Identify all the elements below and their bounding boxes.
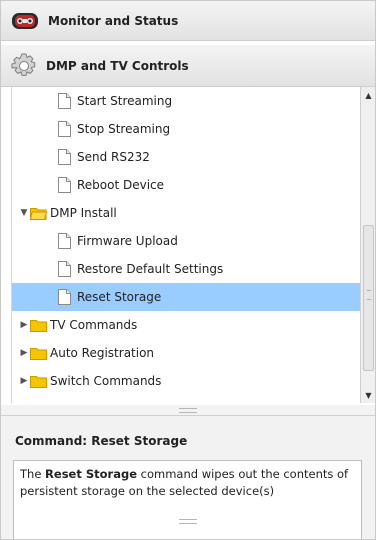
tree-item-label: Auto Registration (50, 346, 155, 360)
monitor-icon (10, 10, 40, 32)
folder-icon (30, 375, 47, 388)
scroll-up-icon[interactable]: ▲ (361, 87, 375, 103)
app-frame: Monitor and Status DMP and TV Controls S… (0, 0, 376, 540)
description-resize-handle[interactable] (13, 516, 362, 526)
desc-prefix: The (20, 467, 46, 481)
tree-item-stop-streaming[interactable]: Stop Streaming (12, 115, 361, 143)
tree-item-label: Stop Streaming (77, 122, 171, 136)
tree-item-reboot-device[interactable]: Reboot Device (12, 171, 361, 199)
document-icon (58, 261, 71, 277)
tree-item-start-streaming[interactable]: Start Streaming (12, 87, 361, 115)
folder-open-icon (30, 207, 47, 220)
document-icon (58, 121, 71, 137)
command-title: Command: Reset Storage (15, 434, 188, 448)
tree-item-label: Restore Default Settings (77, 262, 224, 276)
collapse-triangle-icon[interactable]: ▶ (18, 376, 30, 386)
tree-item-restore-default-settings[interactable]: Restore Default Settings (12, 255, 361, 283)
command-description: The Reset Storage command wipes out the … (13, 460, 362, 539)
grip-icon (367, 290, 371, 300)
document-icon (58, 177, 71, 193)
tree-folder-auto-registration[interactable]: ▶ Auto Registration (12, 339, 361, 367)
tree-item-send-rs232[interactable]: Send RS232 (12, 143, 361, 171)
accordion-dmp-and-tv-controls[interactable]: DMP and TV Controls (1, 45, 375, 87)
accordion-controls-label: DMP and TV Controls (46, 58, 189, 73)
folder-icon (30, 347, 47, 360)
scroll-down-icon[interactable]: ▼ (361, 387, 375, 403)
collapse-triangle-icon[interactable]: ▶ (18, 320, 30, 330)
document-icon (58, 93, 71, 109)
tree-folder-dmp-install[interactable]: ▼ DMP Install (12, 199, 361, 227)
tree-folder-tv-commands[interactable]: ▶ TV Commands (12, 311, 361, 339)
tree-item-label: Send RS232 (77, 150, 150, 164)
tree-item-label: TV Commands (50, 318, 138, 332)
command-tree: Start Streaming Stop Streaming Send RS23… (11, 87, 361, 403)
tree-item-reset-storage[interactable]: Reset Storage (12, 283, 361, 311)
tree-item-firmware-upload[interactable]: Firmware Upload (12, 227, 361, 255)
tree-item-label: Firmware Upload (77, 234, 178, 248)
scrollbar-thumb[interactable] (363, 225, 374, 371)
tree-item-label: Switch Commands (50, 374, 162, 388)
document-icon (58, 289, 71, 305)
expand-triangle-icon[interactable]: ▼ (18, 208, 30, 218)
panel-splitter[interactable] (1, 405, 375, 415)
tree-folder-switch-commands[interactable]: ▶ Switch Commands (12, 367, 361, 395)
splitter-grip-icon (179, 407, 197, 413)
command-panel: Command: Reset Storage The Reset Storage… (1, 415, 375, 539)
accordion-monitor-and-status[interactable]: Monitor and Status (1, 1, 375, 41)
tree-item-label: DMP Install (50, 206, 117, 220)
tree-scrollbar[interactable]: ▲ ▼ (360, 87, 375, 403)
collapse-triangle-icon[interactable]: ▶ (18, 348, 30, 358)
tree-item-label: Start Streaming (77, 94, 173, 108)
gear-icon (10, 52, 38, 80)
tree-item-label: Reboot Device (77, 178, 165, 192)
accordion-monitor-label: Monitor and Status (48, 13, 179, 28)
resize-grip-icon (178, 518, 197, 524)
document-icon (58, 149, 71, 165)
folder-icon (30, 319, 47, 332)
desc-command-name: Reset Storage (45, 467, 137, 481)
tree-item-label: Reset Storage (77, 290, 162, 304)
document-icon (58, 233, 71, 249)
